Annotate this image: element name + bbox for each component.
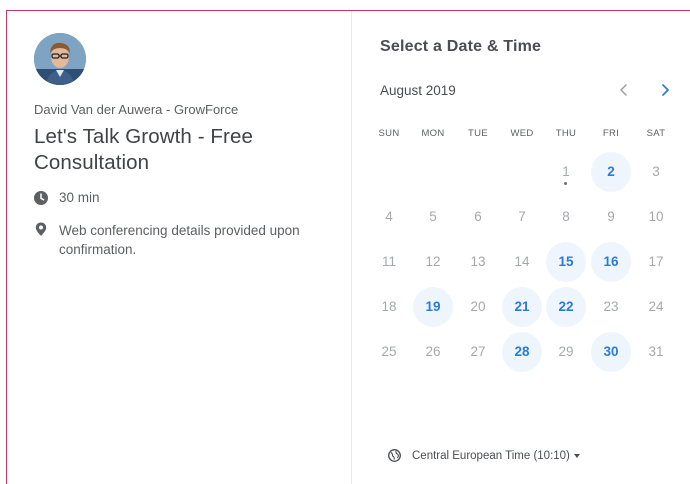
day-number: 31 [648,344,664,359]
day-number: 14 [514,254,530,269]
day-number: 2 [607,164,615,179]
calendar-day: 27 [458,332,498,372]
weekday-mon: MON [421,128,445,139]
day-number: 17 [648,254,664,269]
calendar-day: 18 [369,287,409,327]
day-number: 3 [652,164,660,179]
day-number: 26 [425,344,441,359]
available-date-button[interactable]: 15 [546,242,586,282]
day-number: 21 [514,299,530,314]
calendar-day: 6 [458,197,498,237]
day-number: 27 [470,344,486,359]
calendar-day: 23 [591,287,631,327]
day-number: 5 [429,209,437,224]
weekday-thu: THU [555,128,577,139]
day-number: 25 [381,344,397,359]
available-date-button[interactable]: 19 [413,287,453,327]
day-number: 23 [603,299,619,314]
calendar-day: 13 [458,242,498,282]
day-number: 29 [558,344,574,359]
calendar-day: 10 [636,197,676,237]
month-label: August 2019 [380,83,456,98]
event-details-panel: David Van der Auwera - GrowForce Let's T… [7,11,352,484]
event-duration: 30 min [34,190,100,205]
clock-icon [34,191,48,205]
weekday-sat: SAT [646,128,666,139]
day-number: 4 [385,209,393,224]
available-date-button[interactable]: 21 [502,287,542,327]
booking-widget: David Van der Auwera - GrowForce Let's T… [6,10,690,484]
day-number: 22 [558,299,574,314]
available-date-button[interactable]: 16 [591,242,631,282]
timezone-selector[interactable]: Central European Time (10:10) [388,449,580,462]
day-number: 30 [603,344,619,359]
panel-heading: Select a Date & Time [380,38,542,55]
timezone-label: Central European Time (10:10) [412,449,570,462]
globe-icon [388,449,401,462]
available-date-button[interactable]: 28 [502,332,542,372]
day-number: 9 [607,209,615,224]
day-number: 13 [470,254,486,269]
day-number: 10 [648,209,664,224]
caret-down-icon [573,453,580,458]
day-number: 16 [603,254,619,269]
calendar-day: 3 [636,152,676,192]
calendar-day: 8 [546,197,586,237]
weekday-tue: TUE [468,128,488,139]
calendar-day: 7 [502,197,542,237]
day-number: 20 [470,299,486,314]
calendar-day: 1 [546,152,586,192]
day-number: 8 [562,209,570,224]
day-number: 19 [425,299,441,314]
calendar-day: 25 [369,332,409,372]
event-location: Web conferencing details provided upon c… [34,221,334,259]
day-number: 12 [425,254,441,269]
available-date-button[interactable]: 2 [591,152,631,192]
available-date-button[interactable]: 22 [546,287,586,327]
host-avatar [34,33,86,85]
calendar-day: 20 [458,287,498,327]
calendar-day: 4 [369,197,409,237]
calendar-day: 14 [502,242,542,282]
day-number: 6 [474,209,482,224]
calendar-day: 11 [369,242,409,282]
calendar-day: 26 [413,332,453,372]
weekday-wed: WED [510,128,534,139]
calendar-day: 9 [591,197,631,237]
day-number: 1 [562,164,570,179]
duration-text: 30 min [59,190,100,205]
day-number: 11 [381,254,396,269]
date-picker-panel: Select a Date & Time August 2019 SUN MON T… [353,11,690,484]
calendar-day: 12 [413,242,453,282]
calendar-day: 31 [636,332,676,372]
calendar-day: 17 [636,242,676,282]
previous-month-chevron-icon[interactable] [615,81,633,99]
weekday-fri: FRI [602,128,620,139]
calendar-day: 5 [413,197,453,237]
calendar-day: 24 [636,287,676,327]
location-pin-icon [35,222,47,236]
day-number: 7 [518,209,526,224]
today-indicator [564,182,567,185]
next-month-chevron-icon[interactable] [656,81,674,99]
calendar-day: 29 [546,332,586,372]
day-number: 28 [514,344,530,359]
event-title: Let's Talk Growth - Free Consultation [34,125,253,174]
day-number: 15 [558,254,574,269]
location-text: Web conferencing details provided upon c… [59,223,300,257]
available-date-button[interactable]: 30 [591,332,631,372]
weekday-sun: SUN [378,128,400,139]
day-number: 18 [381,299,397,314]
day-number: 24 [648,299,664,314]
host-name: David Van der Auwera - GrowForce [34,102,239,117]
